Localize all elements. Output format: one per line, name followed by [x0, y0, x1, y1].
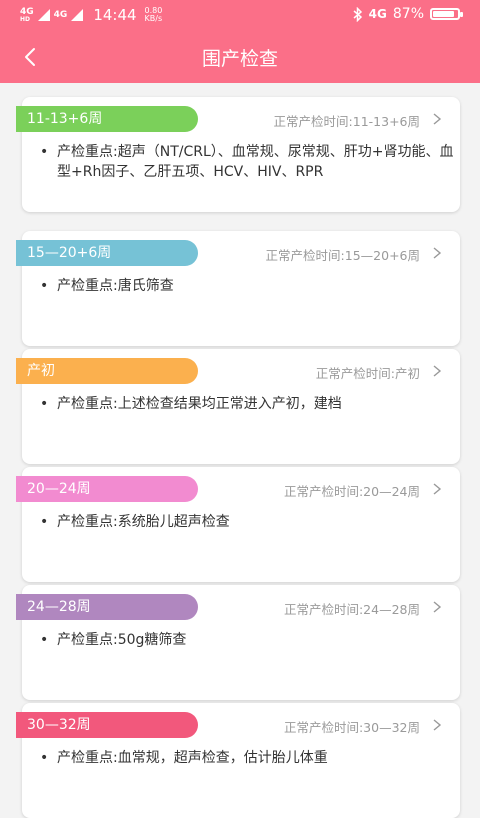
app-header: 4G HD 4G 14:44 0.80 KB/s 4G 87% 围产检查 — [0, 0, 480, 83]
battery-fill — [433, 11, 454, 17]
checkup-focus: 产检重点:血常规，超声检查，估计胎儿体重 — [57, 750, 328, 766]
normal-time: 正常产检时间:24—28周 — [283, 602, 420, 617]
week-tag: 24—28周 — [16, 594, 198, 620]
bullet: • — [40, 144, 49, 160]
network-type: 4G — [368, 7, 387, 21]
normal-time: 正常产检时间:20—24周 — [283, 484, 420, 499]
bullet: • — [40, 632, 49, 648]
checkup-content: • 产检重点:50g糖筛查 — [40, 630, 454, 650]
signal-2-label: 4G — [53, 9, 68, 20]
checkup-content: • 产检重点:系统胎儿超声检查 — [40, 512, 454, 532]
week-tag: 11-13+6周 — [16, 106, 198, 132]
status-right: 4G 87% — [353, 6, 463, 22]
speed-unit: KB/s — [144, 14, 163, 23]
battery-percent: 87% — [392, 6, 424, 22]
checkup-card[interactable]: 11-13+6周 正常产检时间:11-13+6周 • 产检重点:超声（NT/CR… — [16, 97, 460, 212]
clock: 14:44 — [93, 6, 137, 24]
checkup-focus: 产检重点:超声（NT/CRL）、血常规、尿常规、肝功+肾功能、血型+Rh因子、乙… — [57, 144, 454, 180]
checkup-focus: 产检重点:上述检查结果均正常进入产初，建档 — [57, 396, 342, 412]
week-tag: 30—32周 — [16, 712, 198, 738]
checkup-card[interactable]: 产初 正常产检时间:产初 • 产检重点:上述检查结果均正常进入产初，建档 — [16, 349, 460, 464]
normal-time: 正常产检时间:11-13+6周 — [273, 114, 420, 129]
checkup-focus: 产检重点:系统胎儿超声检查 — [57, 514, 230, 530]
status-left: 4G HD 4G 14:44 0.80 KB/s — [20, 6, 162, 24]
signal-icon — [71, 9, 84, 21]
checkup-content: • 产检重点:超声（NT/CRL）、血常规、尿常规、肝功+肾功能、血型+Rh因子… — [40, 142, 454, 182]
chevron-right-icon — [433, 601, 442, 613]
title-bar: 围产检查 — [0, 34, 480, 78]
checkup-content: • 产检重点:唐氏筛查 — [40, 276, 454, 296]
checkup-content: • 产检重点:血常规，超声检查，估计胎儿体重 — [40, 748, 454, 768]
normal-time: 正常产检时间:产初 — [315, 366, 420, 381]
network-speed: 0.80 KB/s — [145, 7, 163, 23]
signal-1-sub: HD — [20, 15, 31, 23]
bullet: • — [40, 750, 49, 766]
checkup-card[interactable]: 24—28周 正常产检时间:24—28周 • 产检重点:50g糖筛查 — [16, 585, 460, 700]
battery-icon — [430, 8, 463, 20]
week-tag: 产初 — [16, 358, 198, 384]
chevron-right-icon — [433, 483, 442, 495]
checkup-card[interactable]: 30—32周 正常产检时间:30—32周 • 产检重点:血常规，超声检查，估计胎… — [16, 703, 460, 818]
checkup-card[interactable]: 20—24周 正常产检时间:20—24周 • 产检重点:系统胎儿超声检查 — [16, 467, 460, 582]
week-tag: 15—20+6周 — [16, 240, 198, 266]
week-tag: 20—24周 — [16, 476, 198, 502]
checkup-focus: 产检重点:50g糖筛查 — [57, 632, 187, 648]
chevron-right-icon — [433, 719, 442, 731]
normal-time: 正常产检时间:30—32周 — [283, 720, 420, 735]
bullet: • — [40, 278, 49, 294]
normal-time: 正常产检时间:15—20+6周 — [265, 248, 420, 263]
signal-icon — [37, 9, 50, 21]
bullet: • — [40, 514, 49, 530]
checkup-focus: 产检重点:唐氏筛查 — [57, 278, 174, 294]
chevron-right-icon — [433, 113, 442, 125]
checkup-content: • 产检重点:上述检查结果均正常进入产初，建档 — [40, 394, 454, 414]
status-bar: 4G HD 4G 14:44 0.80 KB/s 4G 87% — [0, 0, 480, 32]
signal-1: 4G HD — [20, 7, 34, 23]
chevron-right-icon — [433, 365, 442, 377]
bluetooth-icon — [353, 6, 362, 22]
bullet: • — [40, 396, 49, 412]
page-title: 围产检查 — [201, 48, 278, 70]
checkup-card[interactable]: 15—20+6周 正常产检时间:15—20+6周 • 产检重点:唐氏筛查 — [16, 231, 460, 346]
chevron-right-icon — [433, 247, 442, 259]
